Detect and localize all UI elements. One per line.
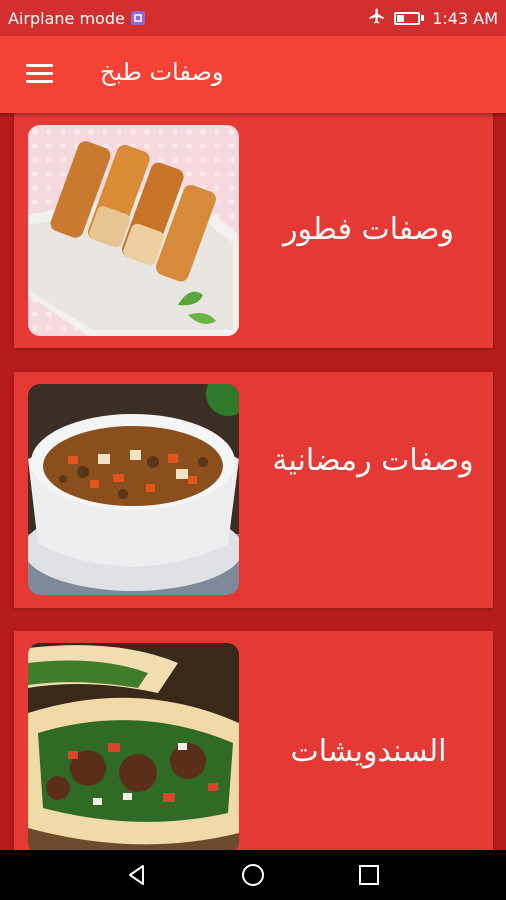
menu-icon[interactable] [26, 64, 53, 84]
breakfast-rolls-image [28, 125, 239, 336]
soup-bowl-image [28, 384, 239, 595]
app-bar: وصفات طبخ [0, 36, 506, 113]
category-label: السندويشات [290, 734, 447, 769]
sandwich-image [28, 643, 239, 850]
category-card-sandwiches[interactable]: السندويشات [14, 631, 493, 850]
category-card-breakfast[interactable]: وصفات فطور [14, 113, 493, 348]
navigation-bar [0, 850, 506, 900]
battery-icon [394, 11, 425, 25]
home-icon[interactable] [240, 862, 266, 888]
category-card-ramadan[interactable]: وصفات رمضانية [14, 372, 493, 608]
category-list[interactable]: وصفات فطور وصفات رمضانية السندويشات [0, 113, 506, 850]
clock: 1:43 AM [432, 8, 498, 28]
status-bar: Airplane mode 1:43 AM [0, 0, 506, 36]
back-icon[interactable] [124, 862, 150, 888]
app-title: وصفات طبخ [100, 58, 224, 86]
airplane-icon [368, 7, 386, 29]
airplane-mode-text: Airplane mode [8, 8, 125, 28]
category-label: وصفات فطور [283, 212, 454, 247]
recents-icon[interactable] [356, 862, 382, 888]
category-label: وصفات رمضانية [272, 443, 474, 478]
notification-icon [130, 11, 145, 25]
